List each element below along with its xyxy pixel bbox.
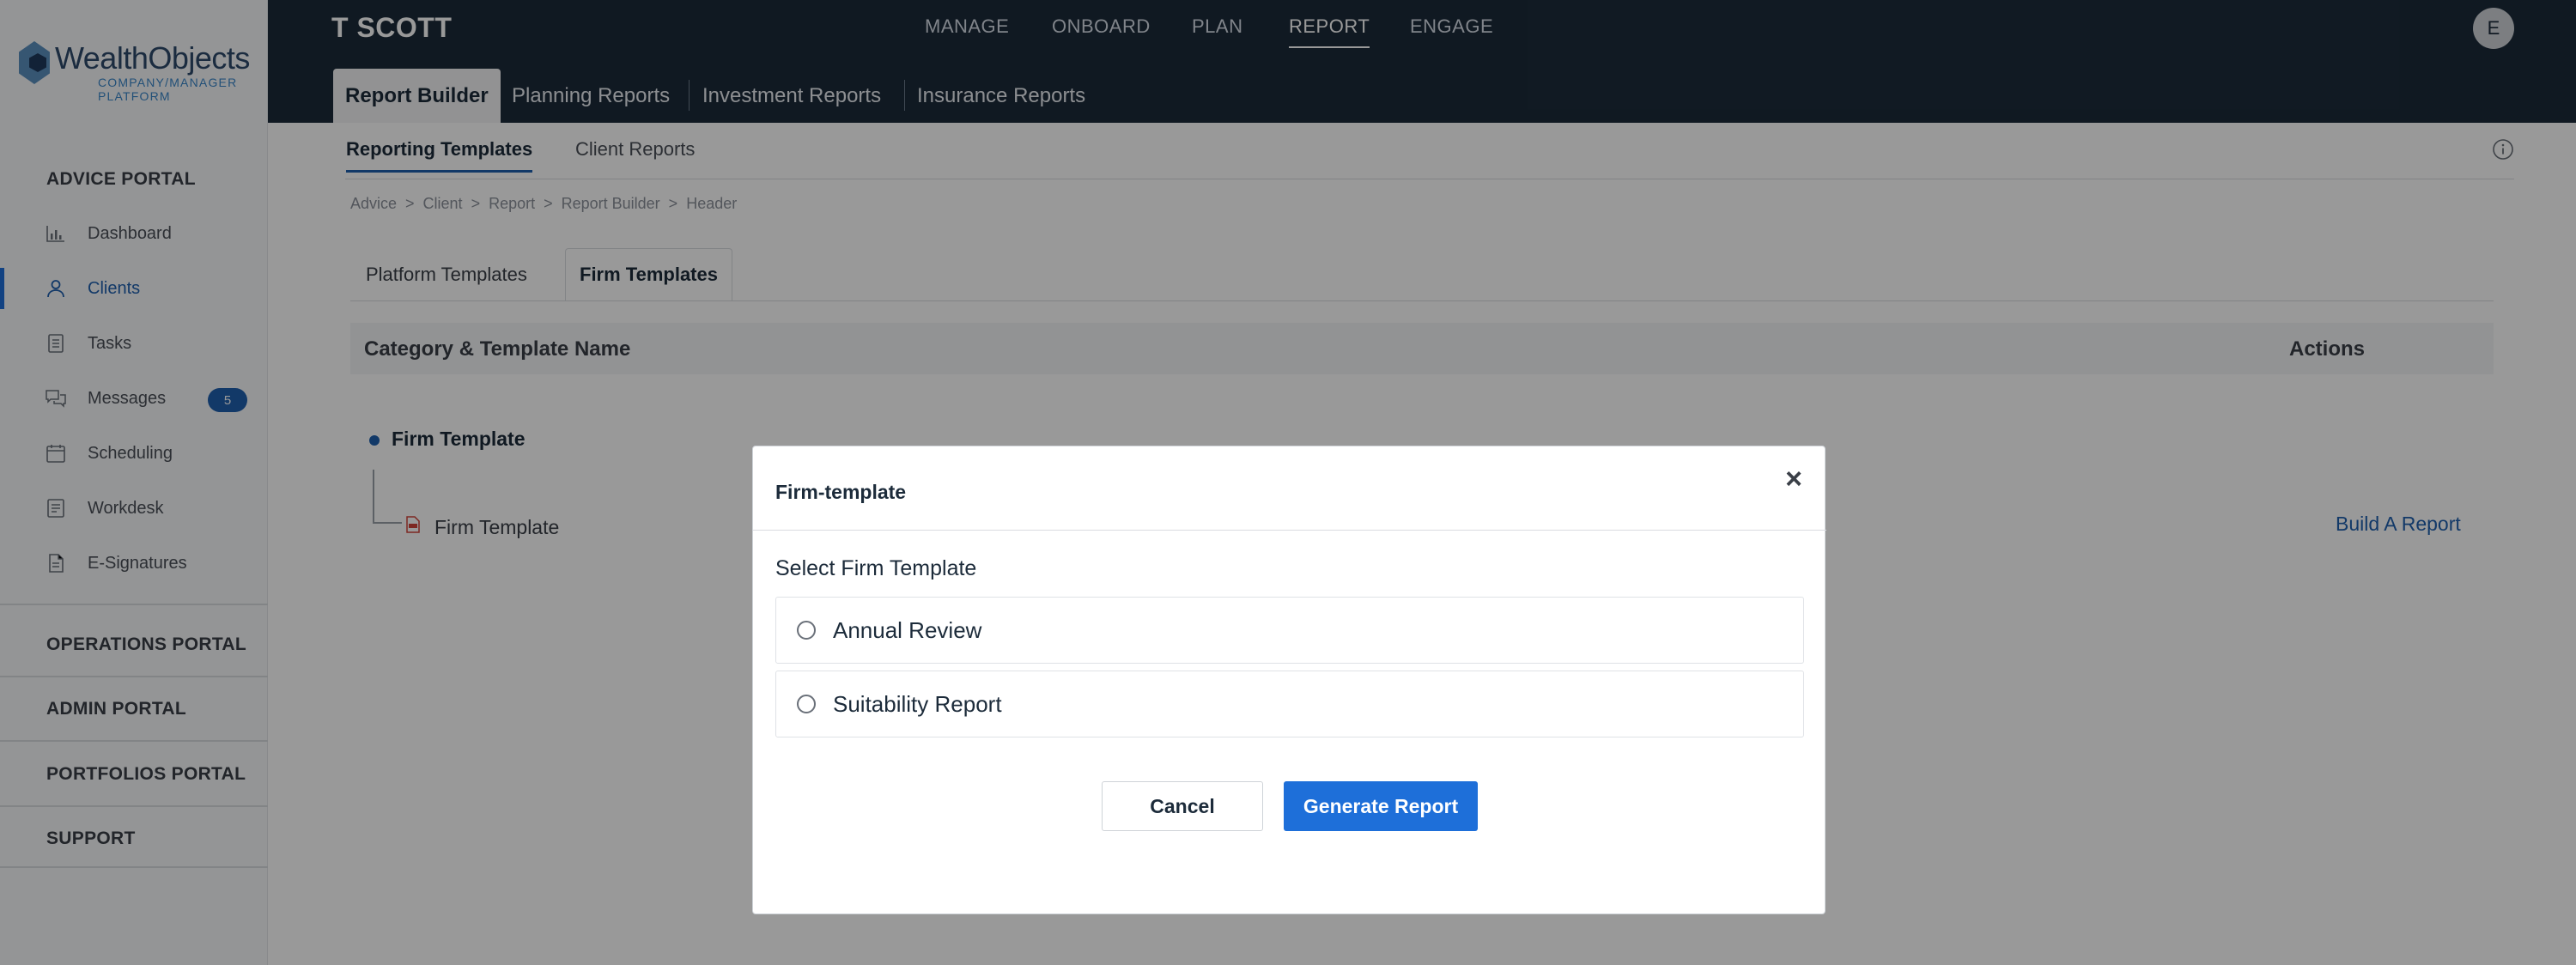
radio-button[interactable] (797, 621, 816, 640)
select-template-label: Select Firm Template (775, 556, 977, 580)
option-label: Annual Review (833, 616, 982, 643)
radio-button[interactable] (797, 695, 816, 713)
cancel-button[interactable]: Cancel (1102, 781, 1263, 831)
option-label: Suitability Report (833, 690, 1002, 717)
option-suitability-report[interactable]: Suitability Report (775, 671, 1804, 737)
modal-title: Firm-template (775, 481, 907, 503)
firm-template-modal: Firm-template × Select Firm Template Ann… (752, 446, 1826, 914)
option-annual-review[interactable]: Annual Review (775, 597, 1804, 664)
close-icon[interactable]: × (1778, 464, 1809, 495)
generate-report-button[interactable]: Generate Report (1284, 781, 1478, 831)
modal-divider (753, 530, 1826, 531)
